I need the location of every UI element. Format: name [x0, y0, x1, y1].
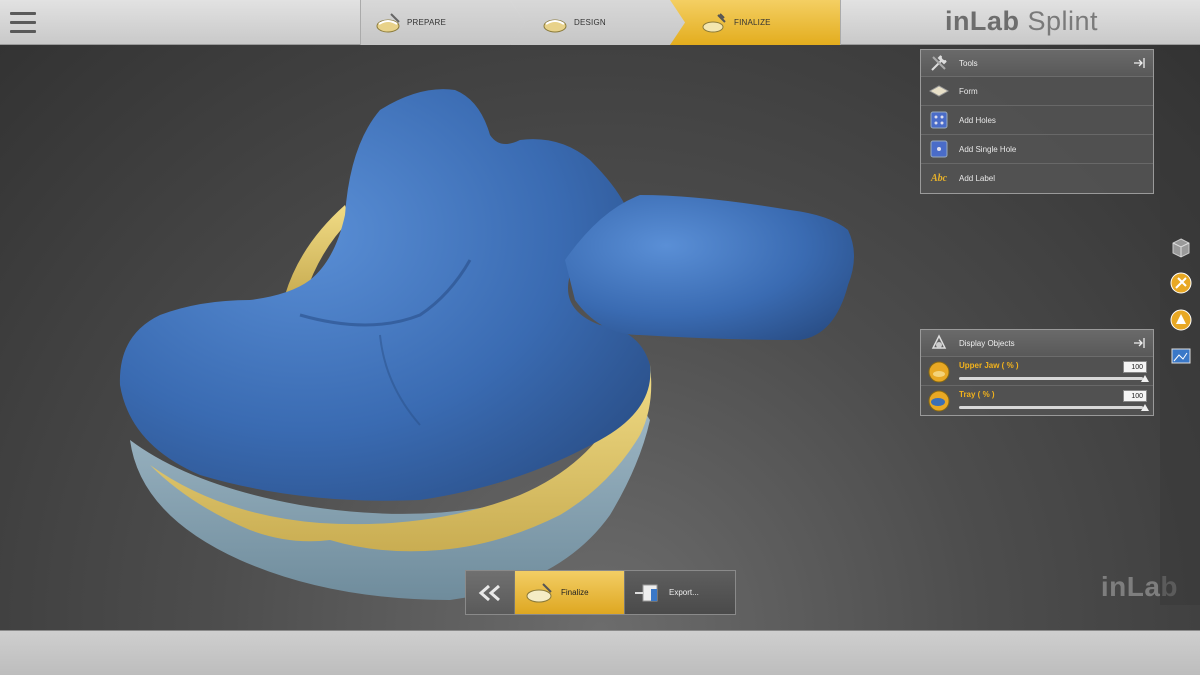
right-toolbar [1160, 135, 1200, 605]
view-cube-icon[interactable] [1170, 237, 1192, 259]
display-panel-title: Display Objects [959, 338, 1015, 348]
tool-add-single-hole-label: Add Single Hole [959, 144, 1017, 154]
display-tray: Tray ( % ) 100 [921, 386, 1153, 415]
tool-add-label[interactable]: Abc Add Label [921, 164, 1153, 193]
step-finalize-label: FINALIZE [734, 18, 771, 27]
add-label-icon: Abc [930, 173, 948, 184]
brand-name: inLab [944, 6, 1020, 36]
tray-slider-thumb[interactable] [1141, 404, 1149, 411]
step-prepare[interactable]: PREPARE [360, 0, 525, 45]
step-prepare-label: PREPARE [407, 18, 447, 27]
panel-pin-icon[interactable] [1133, 57, 1145, 69]
export-icon [635, 584, 658, 601]
tray-icon[interactable] [928, 390, 950, 412]
finalize-button[interactable]: Finalize [515, 571, 625, 614]
display-upper-jaw: Upper Jaw ( % ) 100 [921, 357, 1153, 386]
tools-icon [931, 55, 947, 71]
hamburger-menu-icon[interactable] [10, 12, 36, 34]
finalize-jaw-icon [526, 582, 552, 602]
display-objects-panel: Display Objects Upper Jaw ( % ) 100 Tray… [920, 329, 1154, 416]
add-holes-icon [929, 110, 949, 130]
tray-body [119, 89, 651, 501]
display-shortcut-icon[interactable] [1170, 309, 1192, 331]
panel-pin-icon[interactable] [1133, 337, 1145, 349]
display-objects-icon [931, 334, 947, 349]
tray-opacity-value[interactable]: 100 [1123, 390, 1147, 402]
jaw-finalize-icon [702, 12, 726, 32]
upper-jaw-icon[interactable] [928, 361, 950, 383]
form-icon [929, 81, 949, 101]
bottom-navigation: Finalize Export... [465, 570, 736, 615]
app-brand: inLab Splint [945, 6, 1098, 37]
display-panel-header[interactable]: Display Objects [921, 330, 1153, 357]
upper-jaw-opacity-slider[interactable] [959, 377, 1143, 380]
jaw-scan-icon [376, 12, 400, 32]
tools-panel-title: Tools [959, 58, 978, 68]
tool-form[interactable]: Form [921, 77, 1153, 106]
screenshot-icon[interactable] [1170, 345, 1192, 367]
upper-jaw-label: Upper Jaw ( % ) [959, 361, 1019, 370]
back-double-chevron-icon [478, 584, 500, 601]
tray-label: Tray ( % ) [959, 390, 995, 399]
tools-shortcut-icon[interactable] [1170, 272, 1192, 294]
step-finalize[interactable]: FINALIZE [670, 0, 840, 45]
tool-add-label-label: Add Label [959, 174, 996, 183]
tool-add-holes[interactable]: Add Holes [921, 106, 1153, 135]
workflow-steps: PREPARE DESIGN FINALIZE [360, 0, 840, 45]
export-label: Export... [669, 588, 699, 597]
upper-jaw-opacity-value[interactable]: 100 [1123, 361, 1147, 373]
upper-jaw-slider-thumb[interactable] [1141, 375, 1149, 382]
tool-form-label: Form [959, 86, 978, 96]
status-bar [0, 630, 1200, 675]
export-button[interactable]: Export... [625, 571, 735, 614]
jaw-design-icon [543, 19, 567, 32]
tools-panel: Tools Form Add Holes Add Single Hole Abc… [920, 49, 1154, 194]
finalize-label: Finalize [561, 588, 589, 597]
step-design-label: DESIGN [574, 18, 606, 27]
tool-add-holes-label: Add Holes [959, 115, 996, 125]
tray-opacity-slider[interactable] [959, 406, 1143, 409]
top-bar: PREPARE DESIGN FINALIZE inLab Splint [0, 0, 1200, 45]
back-button[interactable] [466, 571, 515, 614]
brand-product: Splint [1027, 6, 1098, 36]
tools-panel-header[interactable]: Tools [921, 50, 1153, 77]
step-design[interactable]: DESIGN [510, 0, 685, 45]
tray-handle [565, 195, 854, 340]
tool-add-single-hole[interactable]: Add Single Hole [921, 135, 1153, 164]
add-single-hole-icon [929, 139, 949, 159]
